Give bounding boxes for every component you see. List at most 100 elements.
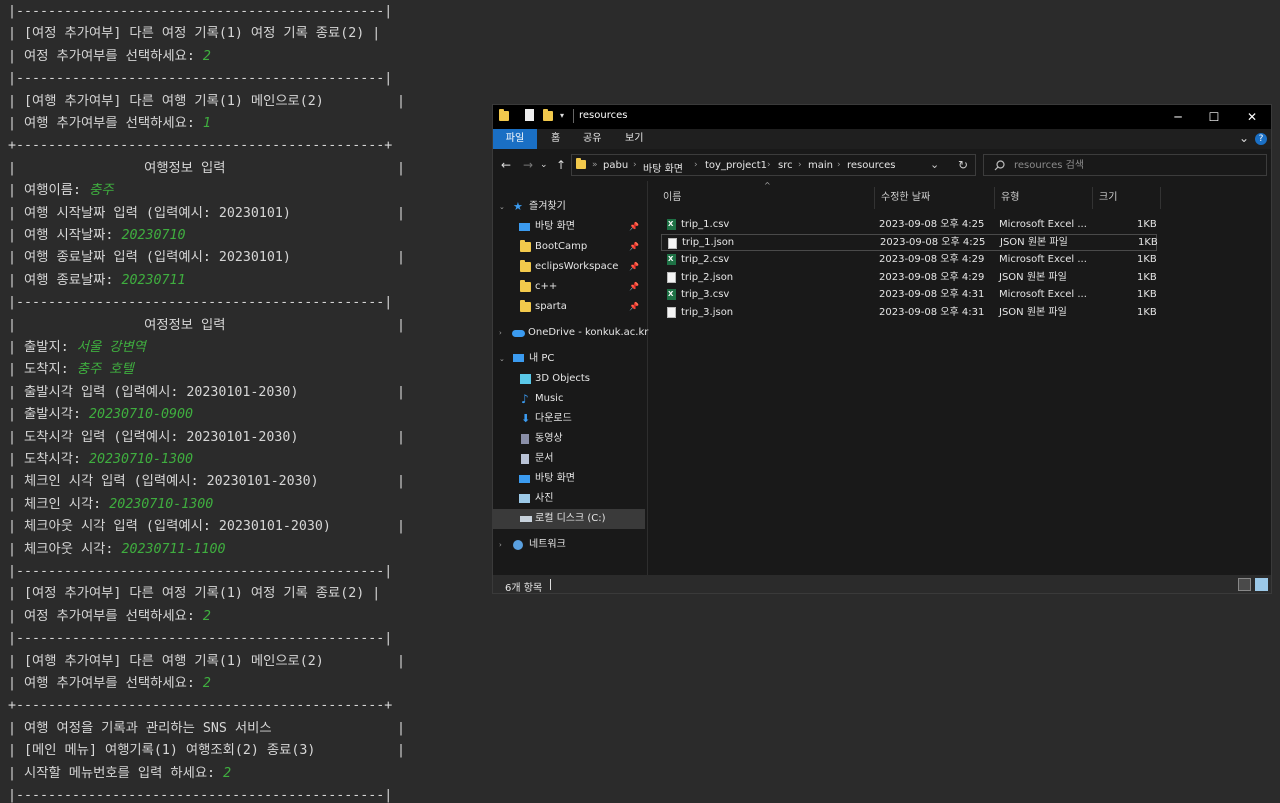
file-date: 2023-09-08 오후 4:29 (879, 271, 985, 283)
sidebar-item-downloads[interactable]: ⬇ 다운로드 (517, 409, 645, 429)
sidebar-item-sparta[interactable]: sparta 📌 (517, 297, 645, 317)
sidebar-item-this-pc[interactable]: 내 PC (511, 349, 641, 369)
status-bar: 6개 항목 (493, 575, 1271, 593)
file-type: JSON 원본 파일 (999, 307, 1067, 318)
sidebar-item-label: 사진 (535, 493, 554, 504)
console-line: |---------------------------------------… (8, 628, 392, 650)
console-text: | [여행 추가여부] 다른 여행 기록(1) 메인으로(2) (8, 93, 324, 109)
title-bar[interactable]: ▾ resources ─ ☐ ✕ (493, 105, 1271, 129)
expand-chevron-icon[interactable]: ⌄ (499, 355, 505, 363)
details-view-icon[interactable] (1238, 578, 1251, 591)
sidebar-item-desktop-pc[interactable]: 바탕 화면 (517, 469, 645, 489)
pin-icon[interactable]: 📌 (629, 237, 639, 257)
tab-home[interactable]: 홈 (551, 129, 560, 149)
console-line: | 도착시각: 20230710-1300 (8, 449, 193, 471)
sidebar-item-pictures[interactable]: 사진 (517, 489, 645, 509)
search-box[interactable] (983, 154, 1267, 176)
sidebar-item-bootcamp[interactable]: BootCamp 📌 (517, 237, 645, 257)
refresh-icon[interactable]: ↻ (958, 158, 968, 172)
console-line: | [메인 메뉴] 여행기록(1) 여행조회(2) 종료(3) | (8, 740, 405, 762)
breadcrumb-pabu[interactable]: pabu (603, 160, 628, 171)
tab-share[interactable]: 공유 (583, 129, 601, 149)
search-input[interactable] (1014, 158, 1244, 172)
file-date: 2023-09-08 오후 4:25 (880, 236, 986, 248)
console-line: | 여정정보 입력 | (8, 315, 405, 337)
breadcrumb-toy-project1[interactable]: toy_project1 (705, 160, 767, 171)
sidebar-item-label: Music (535, 393, 564, 404)
pin-icon[interactable]: 📌 (629, 257, 639, 277)
recent-locations-button[interactable]: ⌄ (540, 159, 548, 171)
forward-button[interactable]: → (523, 159, 533, 171)
console-line: | 여행 시작날짜 입력 (입력예시: 20230101) | (8, 203, 405, 225)
sidebar-item-label: 문서 (535, 453, 554, 464)
sidebar-item-network[interactable]: 네트워크 (511, 535, 641, 555)
maximize-button[interactable]: ☐ (1195, 107, 1233, 127)
file-row[interactable]: trip_2.csv 2023-09-08 오후 4:29 Microsoft Ex… (661, 251, 1157, 268)
breadcrumb-separator: › (837, 160, 841, 170)
tab-view[interactable]: 보기 (625, 129, 643, 149)
file-size: 1KB (1137, 254, 1157, 266)
sidebar-item-cpp[interactable]: c++ 📌 (517, 277, 645, 297)
breadcrumb-resources[interactable]: resources (847, 160, 895, 171)
excel-csv-icon (667, 289, 676, 301)
sidebar-item-label: eclipsWorkspace (535, 261, 619, 272)
breadcrumb-main[interactable]: main (808, 160, 833, 171)
up-button[interactable]: ↑ (556, 159, 566, 171)
search-icon (994, 160, 1005, 171)
tab-file[interactable]: 파일 (493, 129, 537, 149)
sidebar-item-label: 다운로드 (535, 413, 572, 424)
breadcrumb-desktop[interactable]: 바탕 화면 (643, 160, 683, 175)
console-line: | 도착시각 입력 (입력예시: 20230101-2030) | (8, 427, 405, 449)
column-header-type[interactable]: 유형 (995, 187, 1093, 209)
file-explorer-window: ▾ resources ─ ☐ ✕ 파일 홈 공유 보기 ⌄ ? ← → ⌄ ↑… (492, 104, 1272, 594)
back-button[interactable]: ← (501, 159, 511, 171)
expand-chevron-icon[interactable]: › (499, 329, 502, 337)
file-row[interactable]: trip_3.csv 2023-09-08 오후 4:31 Microsoft Ex… (661, 286, 1157, 303)
file-row[interactable]: trip_2.json 2023-09-08 오후 4:29 JSON 원본 파일 1… (661, 269, 1157, 286)
title-divider (573, 109, 574, 123)
sidebar-item-music[interactable]: ♪ Music (517, 389, 645, 409)
sidebar-item-onedrive[interactable]: OneDrive - konkuk.ac.kr (511, 323, 648, 343)
close-button[interactable]: ✕ (1233, 107, 1271, 127)
status-divider (550, 579, 551, 590)
file-row[interactable]: trip_1.json 2023-09-08 오후 4:25 JSON 원본 파일 1… (661, 233, 1158, 251)
sidebar-item-3d-objects[interactable]: 3D Objects (517, 369, 645, 389)
minimize-button[interactable]: ─ (1159, 107, 1197, 127)
help-icon[interactable]: ? (1255, 133, 1267, 145)
column-header-size[interactable]: 크기 (1093, 187, 1161, 209)
console-text: | 여행 종료날짜: (8, 272, 122, 288)
console-text: |---------------------------------------… (8, 788, 393, 803)
breadcrumb-src[interactable]: src (778, 160, 793, 171)
address-bar[interactable]: » pabu › 바탕 화면 › toy_project1 › src › ma… (571, 154, 976, 176)
column-header-name[interactable]: 이름 (657, 187, 875, 209)
sidebar-item-label: 내 PC (529, 353, 555, 364)
ribbon-collapse-icon[interactable]: ⌄ (1239, 131, 1249, 145)
sidebar-item-eclipsworkspace[interactable]: eclipsWorkspace 📌 (517, 257, 645, 277)
json-file-icon (667, 307, 676, 318)
pin-icon[interactable]: 📌 (629, 297, 639, 317)
column-header-date[interactable]: 수정한 날짜 (875, 187, 995, 209)
console-text: | 여행 추가여부를 선택하세요: (8, 676, 203, 691)
console-border: | (397, 160, 406, 176)
address-dropdown-icon[interactable]: ⌄ (930, 158, 939, 171)
sidebar-item-documents[interactable]: 문서 (517, 449, 645, 469)
folder-icon (520, 280, 531, 292)
console-line: | 출발시각: 20230710-0900 (8, 404, 193, 426)
sidebar-item-desktop[interactable]: 바탕 화면 📌 (517, 217, 645, 237)
large-icons-view-icon[interactable] (1255, 578, 1268, 591)
expand-chevron-icon[interactable]: › (499, 541, 502, 549)
console-text: | 여행 시작날짜: (8, 228, 122, 243)
properties-icon[interactable] (525, 109, 534, 121)
sidebar-item-videos[interactable]: 동영상 (517, 429, 645, 449)
file-row[interactable]: trip_3.json 2023-09-08 오후 4:31 JSON 원본 파일 1… (661, 304, 1157, 321)
new-folder-icon[interactable] (543, 109, 553, 121)
sidebar-item-quick-access[interactable]: ★ 즐겨찾기 (511, 197, 641, 217)
pin-icon[interactable]: 📌 (629, 217, 639, 237)
console-text: | 여정정보 입력 (8, 317, 226, 333)
expand-chevron-icon[interactable]: ⌄ (499, 203, 505, 211)
pin-icon[interactable]: 📌 (629, 277, 639, 297)
quick-access-dropdown-icon[interactable]: ▾ (560, 111, 564, 120)
file-row[interactable]: trip_1.csv 2023-09-08 오후 4:25 Microsoft Ex… (661, 216, 1157, 233)
sidebar-item-local-disk[interactable]: 로컬 디스크 (C:) (493, 509, 645, 529)
console-user-input: 20230710-1300 (109, 496, 214, 512)
